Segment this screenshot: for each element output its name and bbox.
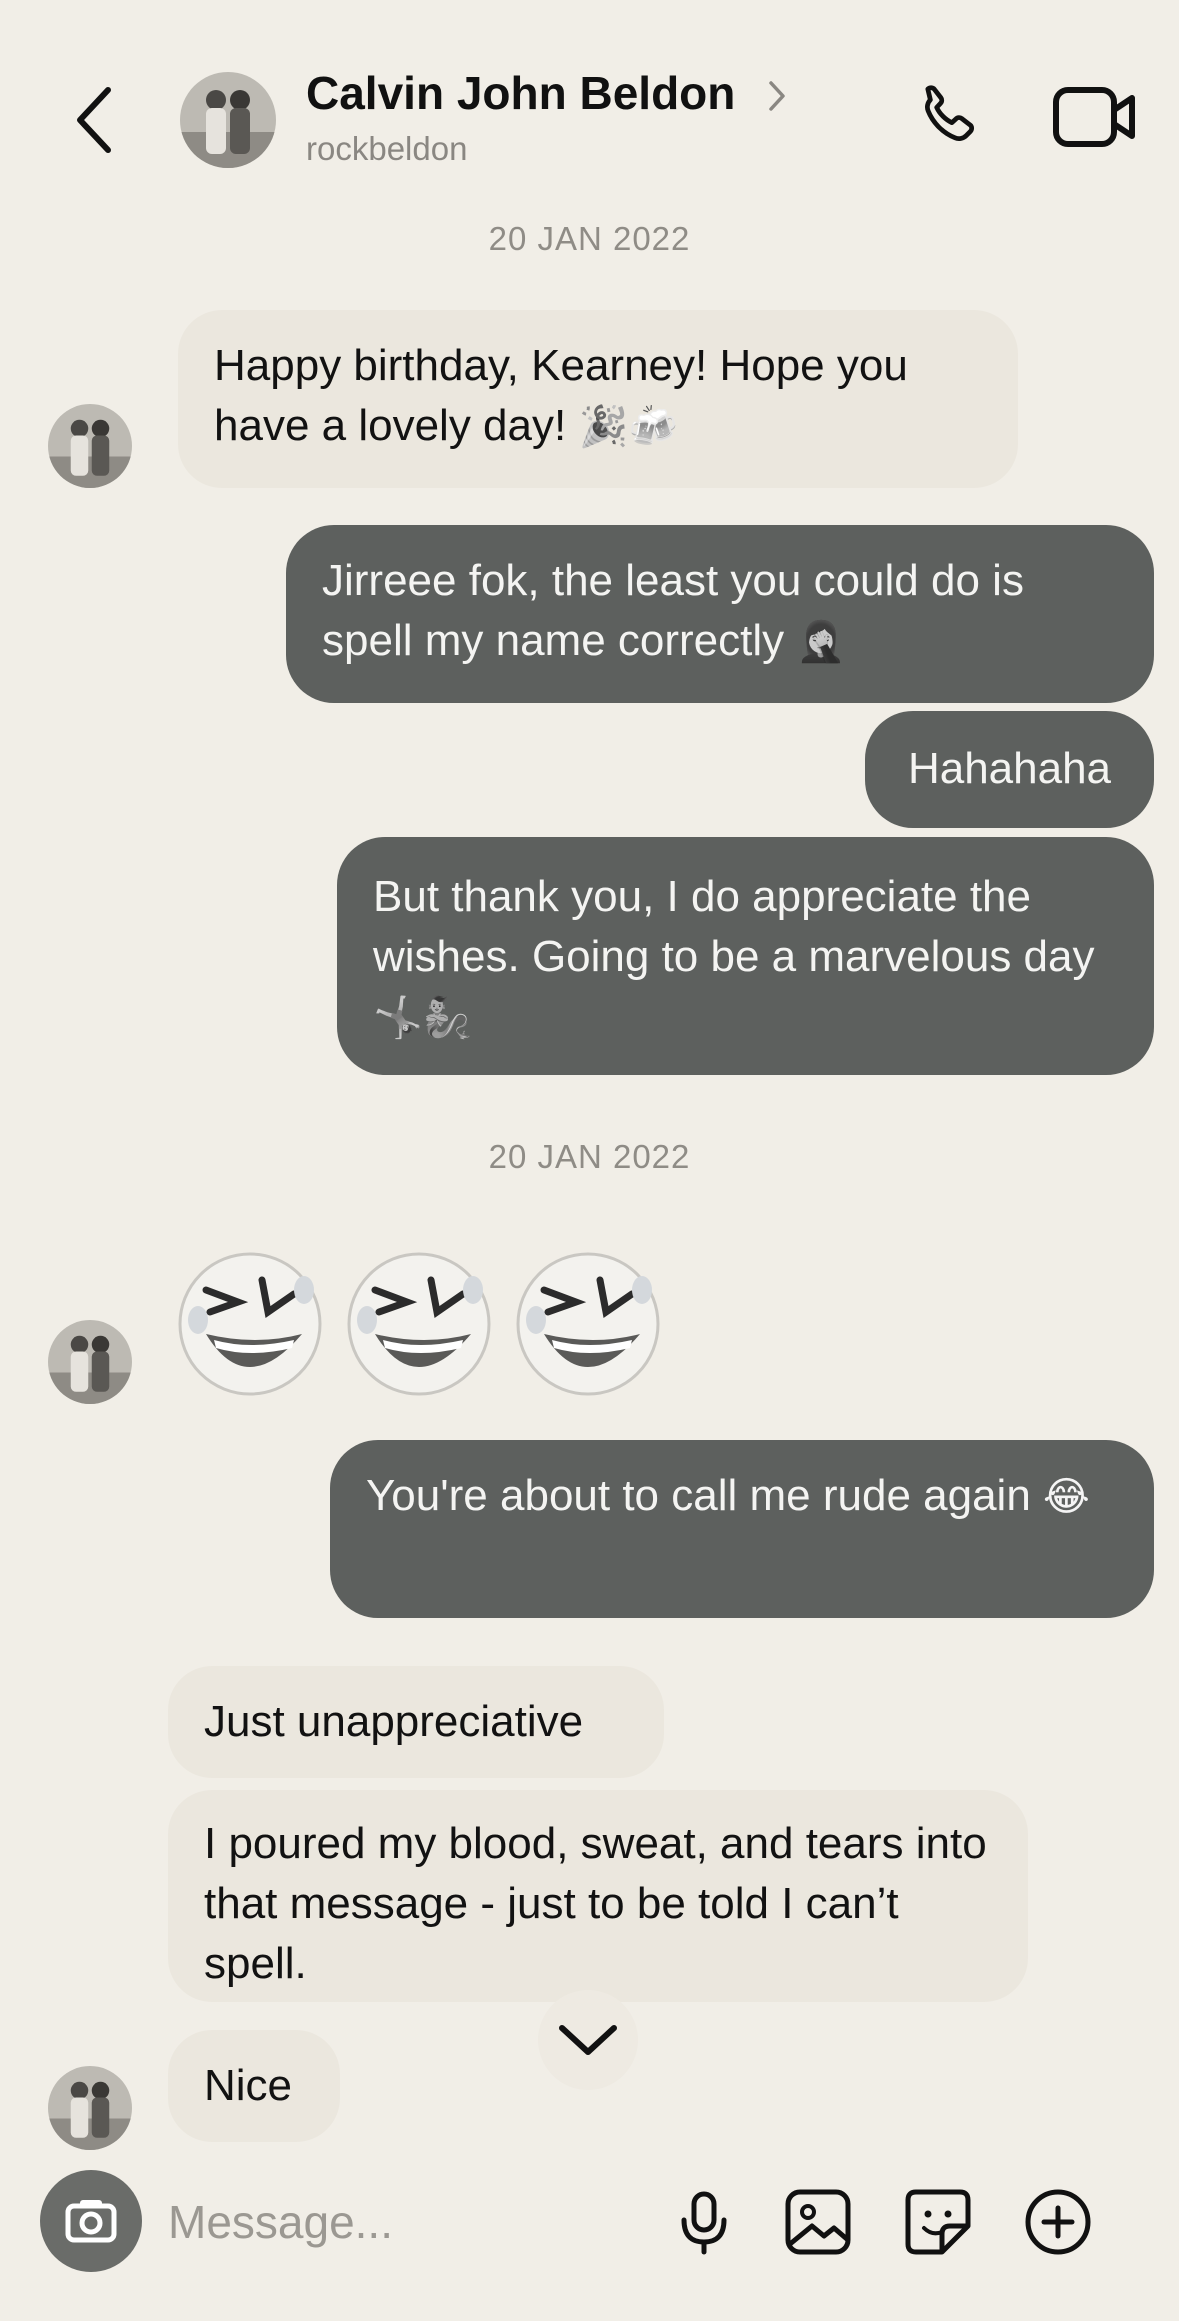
incoming-message[interactable]: Nice [168, 2030, 340, 2142]
incoming-message[interactable]: Just unappreciative [168, 1666, 664, 1778]
chevron-left-icon [77, 87, 111, 153]
message-input[interactable] [168, 2190, 648, 2254]
message-text: Happy birthday, Kearney! Hope you have a… [214, 341, 908, 450]
chat-header: Calvin John Beldon rockbeldon [0, 0, 1179, 200]
incoming-message[interactable]: I poured my blood, sweat, and tears into… [168, 1790, 1028, 2002]
incoming-message[interactable]: Happy birthday, Kearney! Hope you have a… [178, 310, 1018, 488]
rolling-laughing-emoji[interactable] [514, 1250, 662, 1398]
video-camera-icon [1053, 87, 1135, 147]
rolling-laughing-emoji[interactable] [176, 1250, 324, 1398]
microphone-icon [681, 2191, 727, 2255]
camera-button[interactable] [40, 2170, 142, 2272]
outgoing-message[interactable]: Hahahaha [865, 711, 1154, 828]
cartwheel-genie-emoji: 🤸🧞 [373, 995, 473, 1041]
message-text: You're about to call me rude again [366, 1471, 1031, 1520]
outgoing-message[interactable]: But thank you, I do appreciate the wishe… [337, 837, 1154, 1075]
party-beer-emoji: 🎉🍻 [578, 404, 679, 450]
contact-handle: rockbeldon [306, 130, 468, 167]
chevron-down-icon [559, 2025, 617, 2055]
contact-avatar[interactable] [180, 72, 276, 168]
sticker-button[interactable] [902, 2186, 974, 2258]
sender-avatar[interactable] [48, 404, 132, 488]
date-separator: 20 JAN 2022 [488, 220, 691, 257]
sticker-icon [905, 2189, 971, 2255]
message-text: Jirreee fok, the least you could do is s… [322, 556, 1024, 665]
sender-avatar[interactable] [48, 2066, 132, 2150]
message-text: I poured my blood, sweat, and tears into… [204, 1819, 987, 1988]
sender-avatar[interactable] [48, 1320, 132, 1404]
scroll-to-bottom-button[interactable] [538, 1990, 638, 2090]
plus-circle-icon [1025, 2189, 1091, 2255]
image-icon [785, 2189, 851, 2255]
facepalm-emoji: 🤦‍♀️ [796, 619, 847, 665]
outgoing-message[interactable]: You're about to call me rude again 😂 [330, 1440, 1154, 1618]
tears-of-joy-emoji: 😂 [1043, 1474, 1090, 1520]
gallery-button[interactable] [782, 2186, 854, 2258]
contact-name[interactable]: Calvin John Beldon [306, 66, 735, 120]
audio-call-button[interactable] [912, 78, 988, 154]
back-button[interactable] [60, 80, 130, 160]
rolling-laughing-emoji[interactable] [345, 1250, 493, 1398]
chevron-right-icon[interactable] [766, 78, 788, 114]
message-text: Hahahaha [907, 744, 1112, 793]
message-text: Nice [204, 2061, 293, 2110]
date-separator: 20 JAN 2022 [488, 1138, 691, 1175]
message-text: Just unappreciative [204, 1697, 584, 1746]
chat-screen: Calvin John Beldon rockbeldon 20 JAN 202… [0, 0, 1179, 2321]
phone-icon [925, 85, 975, 141]
message-text: But thank you, I do appreciate the wishe… [373, 872, 1095, 981]
outgoing-message[interactable]: Jirreee fok, the least you could do is s… [286, 525, 1154, 703]
add-button[interactable] [1022, 2186, 1094, 2258]
camera-icon [65, 2200, 117, 2243]
voice-message-button[interactable] [668, 2186, 740, 2258]
video-call-button[interactable] [1052, 84, 1138, 150]
